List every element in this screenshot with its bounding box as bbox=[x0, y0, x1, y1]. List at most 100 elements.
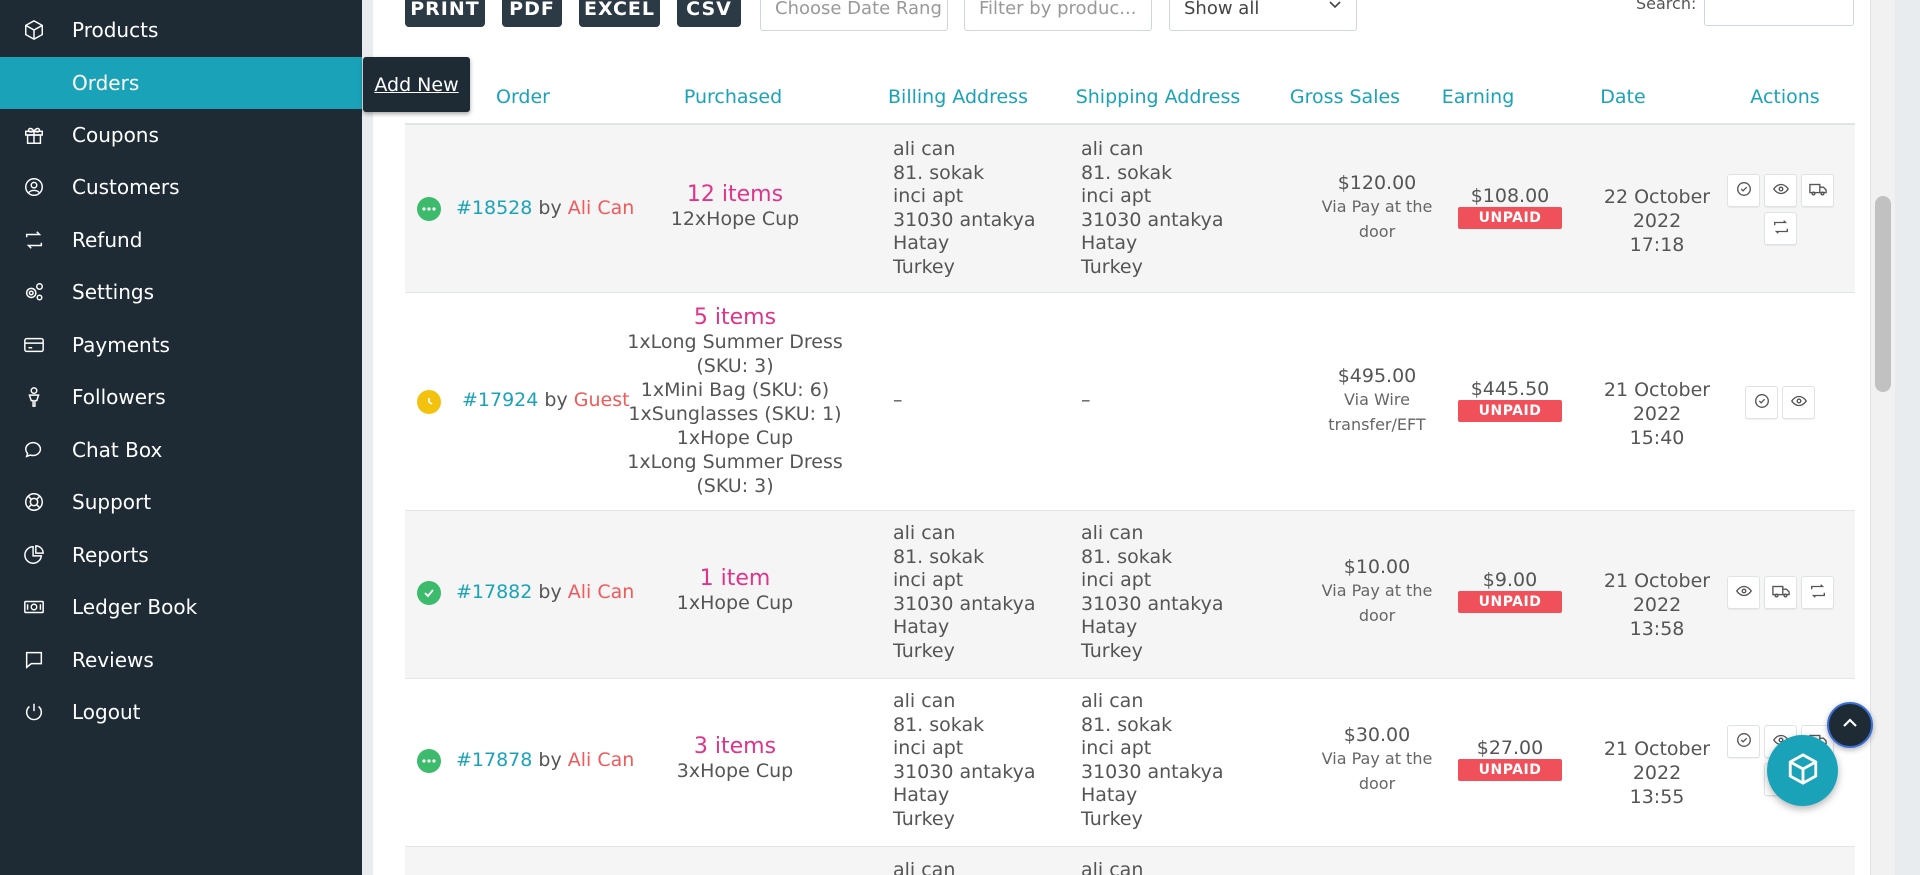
items-count[interactable]: 3 items bbox=[645, 734, 825, 759]
chat-icon bbox=[22, 438, 46, 462]
sidebar-item-settings[interactable]: Settings bbox=[0, 266, 362, 318]
address-line: Hatay bbox=[1081, 232, 1138, 254]
col-header-date[interactable]: Date bbox=[1568, 86, 1678, 108]
sidebar-item-coupons[interactable]: Coupons bbox=[0, 109, 362, 161]
unpaid-badge: UNPAID bbox=[1458, 759, 1562, 781]
csv-button[interactable]: CSV bbox=[677, 0, 741, 27]
col-header-order[interactable]: Order bbox=[478, 86, 568, 108]
customer-link[interactable]: Ali Can bbox=[568, 197, 635, 219]
sidebar-item-label: Customers bbox=[72, 175, 180, 199]
view-button[interactable] bbox=[1782, 386, 1815, 419]
mark-complete-button[interactable] bbox=[1745, 386, 1778, 419]
processing-status-icon bbox=[417, 197, 441, 221]
address-line: ali can bbox=[1081, 522, 1144, 544]
view-button[interactable] bbox=[1764, 174, 1797, 207]
refund-button[interactable] bbox=[1764, 212, 1797, 245]
payment-method: Via Wire bbox=[1344, 390, 1410, 409]
print-button[interactable]: PRINT bbox=[405, 0, 485, 27]
order-link[interactable]: #17924 bbox=[462, 389, 538, 411]
sidebar-item-support[interactable]: Support bbox=[0, 476, 362, 528]
pdf-button[interactable]: PDF bbox=[502, 0, 562, 27]
mark-complete-button[interactable] bbox=[1727, 725, 1760, 758]
order-link[interactable]: #18528 bbox=[456, 197, 532, 219]
items-count[interactable]: 5 items bbox=[627, 305, 843, 330]
view-button[interactable] bbox=[1727, 576, 1760, 609]
order-link[interactable]: #17882 bbox=[456, 581, 532, 603]
shipping-address: ali can bbox=[1081, 859, 1144, 875]
col-header-gross[interactable]: Gross Sales bbox=[1280, 86, 1410, 108]
sidebar-item-logout[interactable]: Logout bbox=[0, 686, 362, 738]
date-range-input[interactable]: Choose Date Rang bbox=[760, 0, 948, 31]
sidebar-item-payments[interactable]: Payments bbox=[0, 319, 362, 371]
purchased-cell: 1 item 1xHope Cup bbox=[645, 566, 825, 615]
date-cell: 21 October 2022 13:58 bbox=[1577, 569, 1737, 641]
address-line: 31030 antakya bbox=[1081, 208, 1224, 231]
address-line: Turkey bbox=[1081, 255, 1143, 278]
scrollbar[interactable] bbox=[1870, 0, 1895, 875]
sidebar-item-reports[interactable]: Reports bbox=[0, 529, 362, 581]
address-line: Turkey bbox=[893, 639, 955, 662]
order-link[interactable]: #17878 bbox=[456, 749, 532, 771]
col-header-shipping[interactable]: Shipping Address bbox=[1073, 86, 1243, 108]
sidebar-item-reviews[interactable]: Reviews bbox=[0, 634, 362, 686]
scroll-to-top-button[interactable] bbox=[1827, 702, 1873, 748]
customer-link[interactable]: Ali Can bbox=[568, 581, 635, 603]
customer-link[interactable]: Guest bbox=[574, 389, 630, 411]
gross-amount: $120.00 bbox=[1337, 172, 1417, 194]
refund-button[interactable] bbox=[1801, 576, 1834, 609]
shipment-button[interactable] bbox=[1801, 174, 1834, 207]
sidebar-item-label: Payments bbox=[72, 333, 170, 357]
gross-sales-cell: $495.00 Via Wire transfer/EFT bbox=[1302, 365, 1452, 437]
billing-address: ali can 81. sokak inci apt 31030 antakya… bbox=[893, 522, 1035, 663]
power-icon bbox=[22, 700, 46, 724]
sidebar-item-orders[interactable]: Orders bbox=[0, 57, 362, 109]
payment-method: Via Pay at the bbox=[1321, 581, 1433, 600]
table-row: #17878 by Ali Can 3 items 3xHope Cup ali… bbox=[405, 679, 1855, 847]
sidebar-item-followers[interactable]: Followers bbox=[0, 371, 362, 423]
billing-address: ali can 81. sokak inci apt 31030 antakya… bbox=[893, 690, 1035, 831]
cube-icon bbox=[22, 18, 46, 42]
col-header-purchased[interactable]: Purchased bbox=[663, 86, 803, 108]
check-icon bbox=[1753, 392, 1771, 414]
billing-address: ali can bbox=[893, 859, 956, 875]
add-new-tooltip[interactable]: Add New bbox=[363, 57, 470, 112]
shipment-button[interactable] bbox=[1764, 576, 1797, 609]
excel-button[interactable]: EXCEL bbox=[579, 0, 660, 27]
gross-amount: $10.00 bbox=[1343, 556, 1411, 578]
address-line: inci apt bbox=[893, 737, 964, 759]
scrollbar-thumb[interactable] bbox=[1875, 196, 1891, 392]
address-line: 81. sokak bbox=[893, 713, 985, 736]
unpaid-badge: UNPAID bbox=[1458, 400, 1562, 422]
order-cell: #17878 by Ali Can bbox=[456, 749, 634, 771]
show-select[interactable]: Show all bbox=[1169, 0, 1357, 31]
sidebar-item-ledger-book[interactable]: Ledger Book bbox=[0, 581, 362, 633]
address-line: inci apt bbox=[1081, 737, 1152, 759]
store-launcher-button[interactable] bbox=[1767, 735, 1838, 806]
retweet-icon bbox=[1809, 582, 1827, 604]
sidebar-item-customers[interactable]: Customers bbox=[0, 161, 362, 213]
product-filter-select[interactable]: Filter by produc... ▼ bbox=[964, 0, 1152, 31]
money-icon bbox=[22, 595, 46, 619]
sidebar-item-label: Settings bbox=[72, 280, 155, 304]
sidebar-item-refund[interactable]: Refund bbox=[0, 214, 362, 266]
customer-link[interactable]: Ali Can bbox=[568, 749, 635, 771]
earning-cell: $9.00 UNPAID bbox=[1458, 569, 1562, 613]
sidebar-item-label: Support bbox=[72, 490, 152, 514]
items-count[interactable]: 1 item bbox=[645, 566, 825, 591]
eye-icon bbox=[1735, 582, 1753, 604]
mark-complete-button[interactable] bbox=[1727, 174, 1760, 207]
unpaid-badge: UNPAID bbox=[1458, 591, 1562, 613]
order-cell: #17882 by Ali Can bbox=[456, 581, 634, 603]
gross-sales-cell: $120.00 Via Pay at the door bbox=[1302, 172, 1452, 244]
sidebar-item-products[interactable]: Products bbox=[0, 4, 362, 56]
show-select-value: Show all bbox=[1184, 0, 1260, 19]
chevron-down-icon bbox=[1328, 0, 1342, 16]
sidebar-item-label: Orders bbox=[72, 71, 140, 95]
address-line: ali can bbox=[893, 522, 956, 544]
search-input[interactable] bbox=[1704, 0, 1854, 26]
comment-icon bbox=[22, 648, 46, 672]
items-count[interactable]: 12 items bbox=[645, 182, 825, 207]
col-header-earning[interactable]: Earning bbox=[1423, 86, 1533, 108]
col-header-billing[interactable]: Billing Address bbox=[883, 86, 1033, 108]
sidebar-item-chat-box[interactable]: Chat Box bbox=[0, 424, 362, 476]
